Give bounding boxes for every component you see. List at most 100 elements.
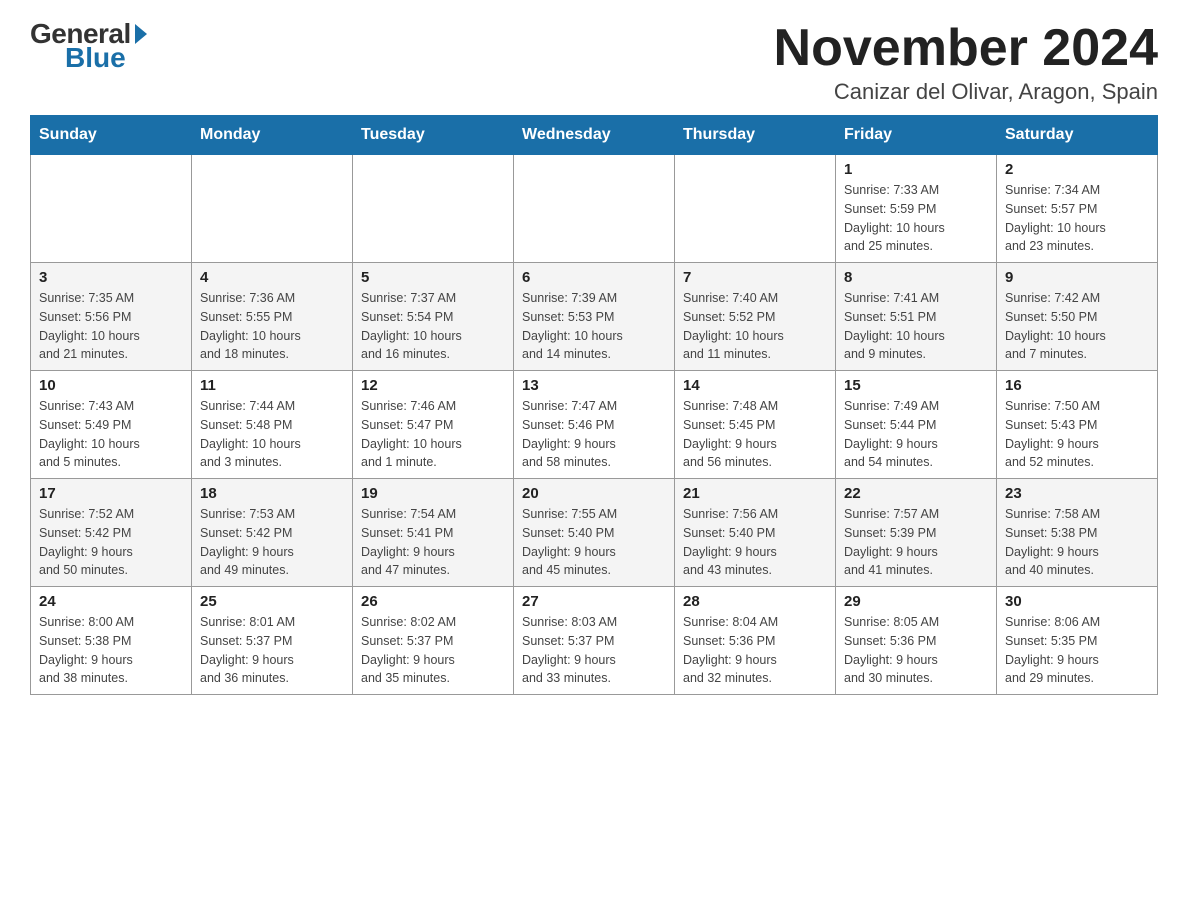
day-info: Sunrise: 7:48 AMSunset: 5:45 PMDaylight:…	[683, 397, 827, 472]
day-number: 3	[39, 269, 183, 286]
logo-blue-text: Blue	[65, 44, 126, 72]
day-info: Sunrise: 7:50 AMSunset: 5:43 PMDaylight:…	[1005, 397, 1149, 472]
calendar-day-cell: 28 Sunrise: 8:04 AMSunset: 5:36 PMDayligh…	[675, 587, 836, 695]
calendar-day-cell: 22 Sunrise: 7:57 AMSunset: 5:39 PMDayligh…	[836, 479, 997, 587]
day-info: Sunrise: 8:03 AMSunset: 5:37 PMDaylight:…	[522, 613, 666, 688]
header-saturday: Saturday	[997, 116, 1158, 155]
calendar-day-cell: 13Sunrise: 7:47 AMSunset: 5:46 PMDayligh…	[514, 371, 675, 479]
calendar-day-cell: 1Sunrise: 7:33 AMSunset: 5:59 PMDaylight…	[836, 155, 997, 263]
calendar-day-cell	[353, 155, 514, 263]
day-info: Sunrise: 7:49 AMSunset: 5:44 PMDaylight:…	[844, 397, 988, 472]
day-number: 23	[1005, 485, 1149, 502]
day-number: 10	[39, 377, 183, 394]
calendar-week-row: 3 Sunrise: 7:35 AMSunset: 5:56 PMDaylight…	[31, 263, 1158, 371]
day-number: 8	[844, 269, 988, 286]
day-number: 29	[844, 593, 988, 610]
day-number: 11	[200, 377, 344, 394]
calendar-day-cell	[514, 155, 675, 263]
day-number: 21	[683, 485, 827, 502]
day-number: 24	[39, 593, 183, 610]
calendar-table: Sunday Monday Tuesday Wednesday Thursday…	[30, 115, 1158, 695]
day-number: 12	[361, 377, 505, 394]
day-info: Sunrise: 7:34 AMSunset: 5:57 PMDaylight:…	[1005, 181, 1149, 256]
day-number: 6	[522, 269, 666, 286]
day-info: Sunrise: 7:36 AMSunset: 5:55 PMDaylight:…	[200, 289, 344, 364]
header-friday: Friday	[836, 116, 997, 155]
calendar-day-cell	[675, 155, 836, 263]
calendar-day-cell: 7Sunrise: 7:40 AMSunset: 5:52 PMDaylight…	[675, 263, 836, 371]
calendar-day-cell: 29 Sunrise: 8:05 AMSunset: 5:36 PMDayligh…	[836, 587, 997, 695]
day-number: 25	[200, 593, 344, 610]
calendar-day-cell: 18Sunrise: 7:53 AMSunset: 5:42 PMDayligh…	[192, 479, 353, 587]
calendar-day-cell: 19Sunrise: 7:54 AMSunset: 5:41 PMDayligh…	[353, 479, 514, 587]
page-header: General Blue November 2024 Canizar del O…	[30, 20, 1158, 105]
location-text: Canizar del Olivar, Aragon, Spain	[774, 79, 1158, 105]
calendar-header-row: Sunday Monday Tuesday Wednesday Thursday…	[31, 116, 1158, 155]
day-info: Sunrise: 7:35 AMSunset: 5:56 PMDaylight:…	[39, 289, 183, 364]
day-info: Sunrise: 7:54 AMSunset: 5:41 PMDaylight:…	[361, 505, 505, 580]
day-number: 14	[683, 377, 827, 394]
day-number: 18	[200, 485, 344, 502]
calendar-day-cell: 2 Sunrise: 7:34 AMSunset: 5:57 PMDaylight…	[997, 155, 1158, 263]
day-info: Sunrise: 8:05 AMSunset: 5:36 PMDaylight:…	[844, 613, 988, 688]
calendar-day-cell	[192, 155, 353, 263]
calendar-day-cell: 27 Sunrise: 8:03 AMSunset: 5:37 PMDayligh…	[514, 587, 675, 695]
day-number: 28	[683, 593, 827, 610]
title-section: November 2024 Canizar del Olivar, Aragon…	[774, 20, 1158, 105]
logo-triangle-icon	[135, 24, 147, 44]
day-info: Sunrise: 7:58 AMSunset: 5:38 PMDaylight:…	[1005, 505, 1149, 580]
day-number: 15	[844, 377, 988, 394]
day-info: Sunrise: 7:41 AMSunset: 5:51 PMDaylight:…	[844, 289, 988, 364]
calendar-day-cell: 26Sunrise: 8:02 AMSunset: 5:37 PMDayligh…	[353, 587, 514, 695]
calendar-day-cell: 5Sunrise: 7:37 AMSunset: 5:54 PMDaylight…	[353, 263, 514, 371]
header-wednesday: Wednesday	[514, 116, 675, 155]
day-info: Sunrise: 8:06 AMSunset: 5:35 PMDaylight:…	[1005, 613, 1149, 688]
calendar-day-cell: 20Sunrise: 7:55 AMSunset: 5:40 PMDayligh…	[514, 479, 675, 587]
calendar-day-cell: 24 Sunrise: 8:00 AMSunset: 5:38 PMDayligh…	[31, 587, 192, 695]
calendar-day-cell: 9 Sunrise: 7:42 AMSunset: 5:50 PMDaylight…	[997, 263, 1158, 371]
day-info: Sunrise: 7:52 AMSunset: 5:42 PMDaylight:…	[39, 505, 183, 580]
day-number: 16	[1005, 377, 1149, 394]
day-number: 9	[1005, 269, 1149, 286]
calendar-day-cell: 12 Sunrise: 7:46 AMSunset: 5:47 PMDayligh…	[353, 371, 514, 479]
day-info: Sunrise: 7:42 AMSunset: 5:50 PMDaylight:…	[1005, 289, 1149, 364]
calendar-day-cell: 10 Sunrise: 7:43 AMSunset: 5:49 PMDayligh…	[31, 371, 192, 479]
header-tuesday: Tuesday	[353, 116, 514, 155]
day-number: 22	[844, 485, 988, 502]
day-info: Sunrise: 7:46 AMSunset: 5:47 PMDaylight:…	[361, 397, 505, 472]
calendar-day-cell: 6 Sunrise: 7:39 AMSunset: 5:53 PMDaylight…	[514, 263, 675, 371]
calendar-week-row: 10 Sunrise: 7:43 AMSunset: 5:49 PMDayligh…	[31, 371, 1158, 479]
day-info: Sunrise: 7:44 AMSunset: 5:48 PMDaylight:…	[200, 397, 344, 472]
day-info: Sunrise: 7:57 AMSunset: 5:39 PMDaylight:…	[844, 505, 988, 580]
calendar-day-cell: 25Sunrise: 8:01 AMSunset: 5:37 PMDayligh…	[192, 587, 353, 695]
day-info: Sunrise: 7:40 AMSunset: 5:52 PMDaylight:…	[683, 289, 827, 364]
calendar-day-cell: 23 Sunrise: 7:58 AMSunset: 5:38 PMDayligh…	[997, 479, 1158, 587]
calendar-week-row: 1Sunrise: 7:33 AMSunset: 5:59 PMDaylight…	[31, 155, 1158, 263]
day-number: 2	[1005, 161, 1149, 178]
day-info: Sunrise: 7:33 AMSunset: 5:59 PMDaylight:…	[844, 181, 988, 256]
day-number: 17	[39, 485, 183, 502]
month-title: November 2024	[774, 20, 1158, 77]
calendar-day-cell: 8 Sunrise: 7:41 AMSunset: 5:51 PMDaylight…	[836, 263, 997, 371]
day-number: 20	[522, 485, 666, 502]
day-info: Sunrise: 7:43 AMSunset: 5:49 PMDaylight:…	[39, 397, 183, 472]
day-number: 13	[522, 377, 666, 394]
calendar-week-row: 17 Sunrise: 7:52 AMSunset: 5:42 PMDayligh…	[31, 479, 1158, 587]
day-number: 27	[522, 593, 666, 610]
day-number: 30	[1005, 593, 1149, 610]
header-thursday: Thursday	[675, 116, 836, 155]
calendar-day-cell: 4Sunrise: 7:36 AMSunset: 5:55 PMDaylight…	[192, 263, 353, 371]
day-number: 5	[361, 269, 505, 286]
calendar-day-cell	[31, 155, 192, 263]
day-info: Sunrise: 8:00 AMSunset: 5:38 PMDaylight:…	[39, 613, 183, 688]
calendar-day-cell: 17 Sunrise: 7:52 AMSunset: 5:42 PMDayligh…	[31, 479, 192, 587]
logo: General Blue	[30, 20, 147, 72]
day-info: Sunrise: 8:04 AMSunset: 5:36 PMDaylight:…	[683, 613, 827, 688]
day-info: Sunrise: 7:56 AMSunset: 5:40 PMDaylight:…	[683, 505, 827, 580]
day-info: Sunrise: 7:39 AMSunset: 5:53 PMDaylight:…	[522, 289, 666, 364]
calendar-day-cell: 14 Sunrise: 7:48 AMSunset: 5:45 PMDayligh…	[675, 371, 836, 479]
calendar-day-cell: 15 Sunrise: 7:49 AMSunset: 5:44 PMDayligh…	[836, 371, 997, 479]
calendar-week-row: 24 Sunrise: 8:00 AMSunset: 5:38 PMDayligh…	[31, 587, 1158, 695]
calendar-day-cell: 30 Sunrise: 8:06 AMSunset: 5:35 PMDayligh…	[997, 587, 1158, 695]
calendar-day-cell: 21 Sunrise: 7:56 AMSunset: 5:40 PMDayligh…	[675, 479, 836, 587]
